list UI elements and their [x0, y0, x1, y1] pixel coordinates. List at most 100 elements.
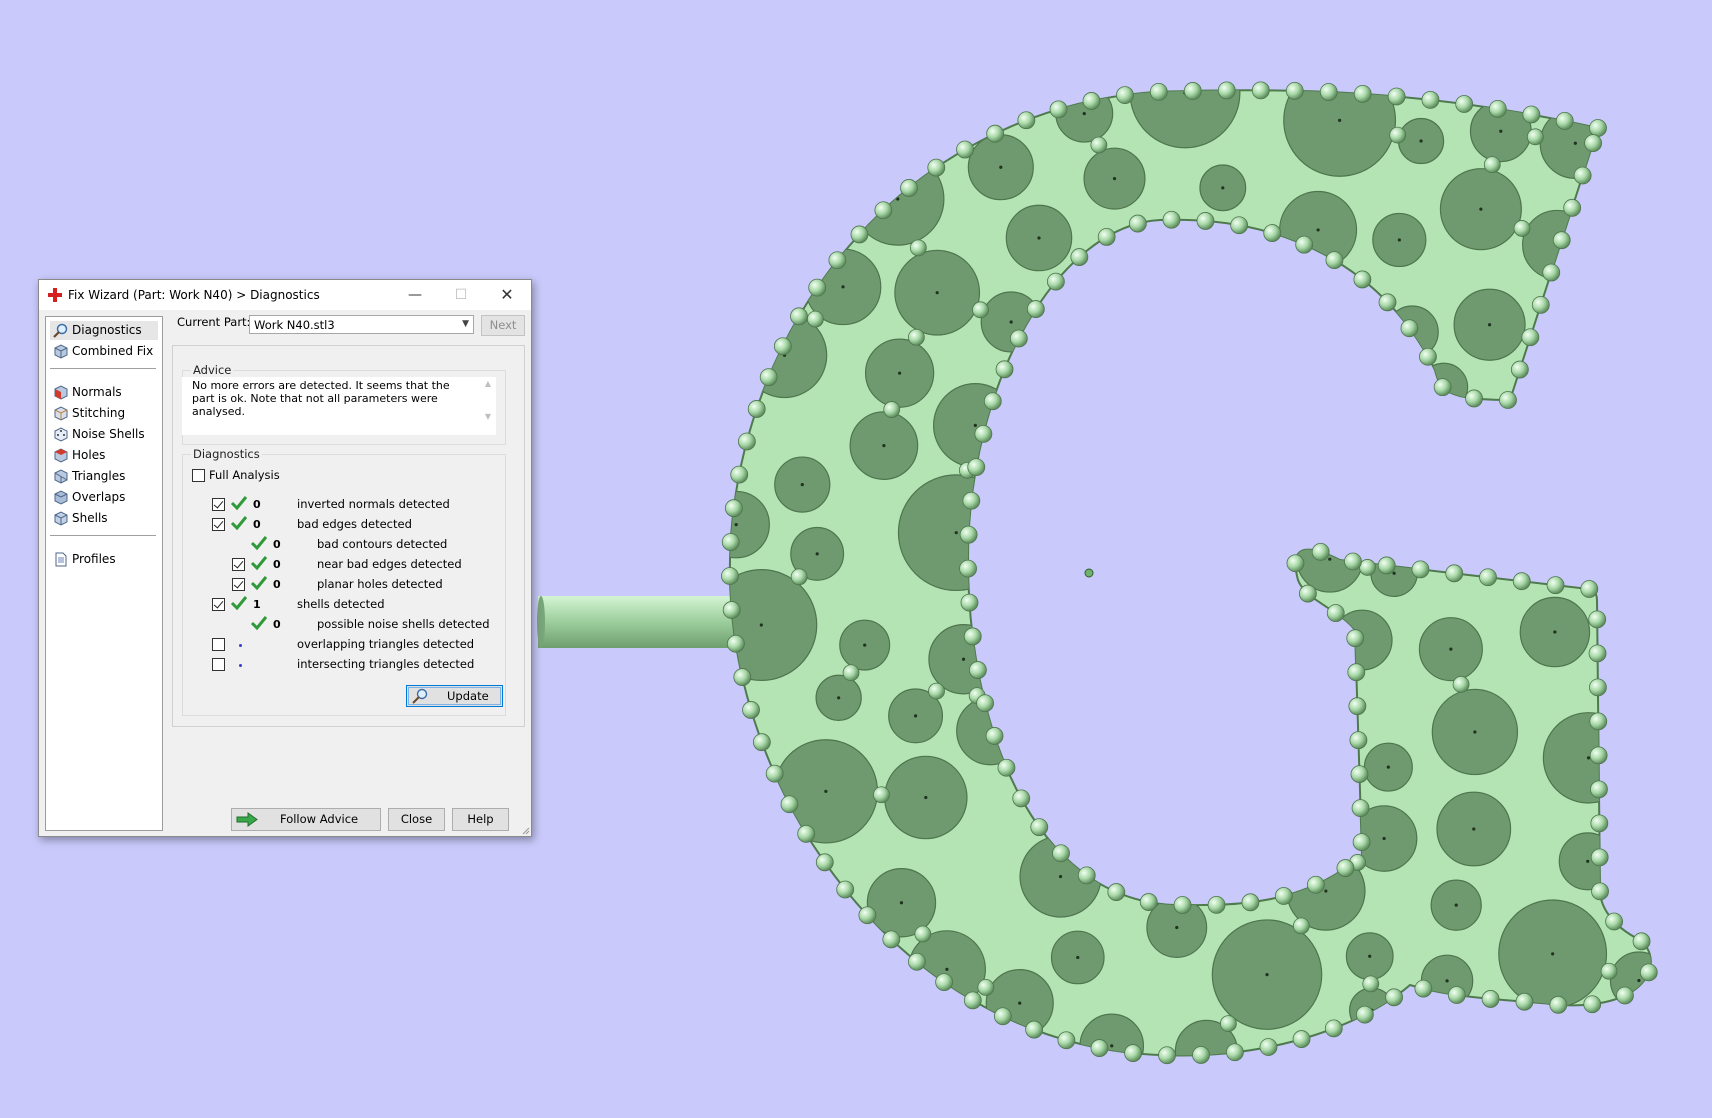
shells-checkbox[interactable]	[212, 598, 225, 611]
lattice-node	[1292, 1030, 1311, 1048]
close-button[interactable]: Close	[388, 808, 445, 831]
near-bad-edges-checkbox[interactable]	[232, 558, 245, 571]
lattice-cell-center	[999, 165, 1003, 169]
nav-item-normals[interactable]: Normals	[50, 383, 158, 402]
lattice-node	[808, 278, 827, 297]
lattice-node	[1225, 1043, 1244, 1062]
nav-item-stitching[interactable]: Stitching	[50, 404, 158, 423]
lattice-node	[1017, 111, 1036, 130]
lattice-cell-center	[1112, 177, 1117, 181]
lattice-node	[742, 701, 760, 719]
lattice-node	[1389, 126, 1407, 144]
cube-icon	[54, 490, 68, 505]
lattice-node	[722, 601, 741, 619]
title-bar[interactable]: Fix Wizard (Part: Work N40) > Diagnostic…	[39, 280, 531, 310]
lattice-node	[1286, 554, 1305, 573]
full-analysis-checkbox[interactable]	[192, 469, 205, 482]
lattice-cell-center	[1551, 952, 1555, 956]
inverted-normals-checkbox[interactable]	[212, 498, 225, 511]
lattice-node	[1512, 572, 1531, 591]
lattice-node	[1116, 86, 1134, 105]
lattice-node	[1552, 231, 1571, 250]
lattice-node	[1465, 389, 1483, 408]
nav-item-holes[interactable]: Holes	[50, 446, 158, 465]
lattice-cell-center	[1586, 859, 1590, 863]
lattice-node	[1217, 81, 1236, 100]
green-check-icon	[230, 596, 248, 611]
lattice-node	[1632, 932, 1651, 951]
planar-holes-checkbox[interactable]	[232, 578, 245, 591]
nav-item-diagnostics[interactable]: Diagnostics	[50, 321, 158, 340]
advice-textbox[interactable]: No more errors are detected. It seems th…	[182, 377, 496, 435]
nav-item-profiles[interactable]: Profiles	[50, 550, 158, 569]
current-part-select[interactable]: Work N40.stl3 ▼	[249, 315, 474, 334]
overlapping-triangles-checkbox[interactable]	[212, 638, 225, 651]
minimize-button[interactable]: —	[392, 280, 438, 310]
lattice-node	[995, 360, 1014, 379]
lattice-cell-center	[734, 523, 738, 527]
close-window-button[interactable]: ✕	[484, 280, 530, 310]
lattice-node	[1196, 212, 1215, 230]
nav-item-overlaps[interactable]: Overlaps	[50, 488, 158, 507]
lattice-node	[1359, 559, 1376, 576]
lattice-node	[1311, 542, 1330, 561]
nav-item-shells[interactable]: Shells	[50, 509, 158, 528]
bad-edges-count: 0	[253, 518, 261, 531]
advice-scrollbar[interactable]: ▲ ▼	[482, 379, 494, 429]
cube-icon	[54, 469, 68, 484]
lattice-cell-center	[961, 657, 966, 661]
lattice-node	[883, 401, 901, 418]
lattice-cell-center	[935, 291, 939, 295]
lattice-node	[1274, 887, 1293, 905]
lattice-node	[1173, 896, 1192, 914]
chevron-down-icon: ▼	[462, 319, 469, 329]
lattice-node	[1378, 293, 1397, 312]
lattice-node	[909, 239, 927, 257]
lattice-node	[959, 525, 978, 544]
nav-item-noise-shells[interactable]: Noise Shells	[50, 425, 158, 444]
resize-grip-icon[interactable]	[520, 825, 530, 835]
update-button[interactable]: Update	[406, 685, 503, 707]
advice-text: No more errors are detected. It seems th…	[192, 379, 450, 418]
green-check-icon	[250, 616, 268, 631]
scroll-down-icon[interactable]: ▼	[482, 412, 494, 421]
lattice-node	[1455, 95, 1474, 113]
lattice-node	[1077, 866, 1096, 885]
intersecting-triangles-checkbox[interactable]	[212, 658, 225, 671]
bad-edges-checkbox[interactable]	[212, 518, 225, 531]
help-button[interactable]: Help	[452, 808, 509, 831]
lattice-node	[1090, 136, 1108, 154]
pivot-marker	[1084, 568, 1094, 578]
lattice-node	[967, 458, 986, 477]
green-check-icon	[250, 556, 268, 571]
lattice-cell-center	[1382, 836, 1386, 841]
lattice-node	[1590, 780, 1608, 799]
next-button[interactable]: Next	[481, 315, 525, 336]
lattice-node	[1452, 675, 1470, 693]
lattice-cell-center	[1472, 827, 1476, 831]
lattice-node	[1583, 995, 1602, 1014]
lattice-node	[959, 559, 977, 578]
document-icon	[55, 552, 67, 567]
bad-contours-count: 0	[273, 538, 281, 551]
lattice-node	[1377, 556, 1396, 575]
red-cross-icon	[48, 288, 62, 302]
lattice-node	[1124, 1044, 1142, 1062]
lattice-node	[1481, 990, 1500, 1008]
lattice-node	[972, 301, 989, 319]
maximize-button[interactable]: ☐	[438, 280, 484, 310]
nav-item-triangles[interactable]: Triangles	[50, 467, 158, 486]
lattice-cell-center	[1573, 141, 1577, 145]
lattice-cell-center	[1076, 955, 1080, 960]
cube-icon	[54, 511, 68, 526]
dice-icon	[54, 427, 68, 442]
follow-advice-button[interactable]: Follow Advice	[231, 808, 381, 831]
lattice-cell-center	[1324, 889, 1328, 893]
scroll-up-icon[interactable]: ▲	[482, 379, 494, 388]
advice-title: Advice	[191, 363, 234, 377]
lattice-node	[1082, 92, 1101, 110]
lattice-node	[1107, 883, 1126, 901]
lattice-cell-center	[815, 552, 819, 556]
lattice-cell-center	[1397, 238, 1401, 242]
nav-item-combined-fix[interactable]: Combined Fix	[50, 342, 158, 361]
